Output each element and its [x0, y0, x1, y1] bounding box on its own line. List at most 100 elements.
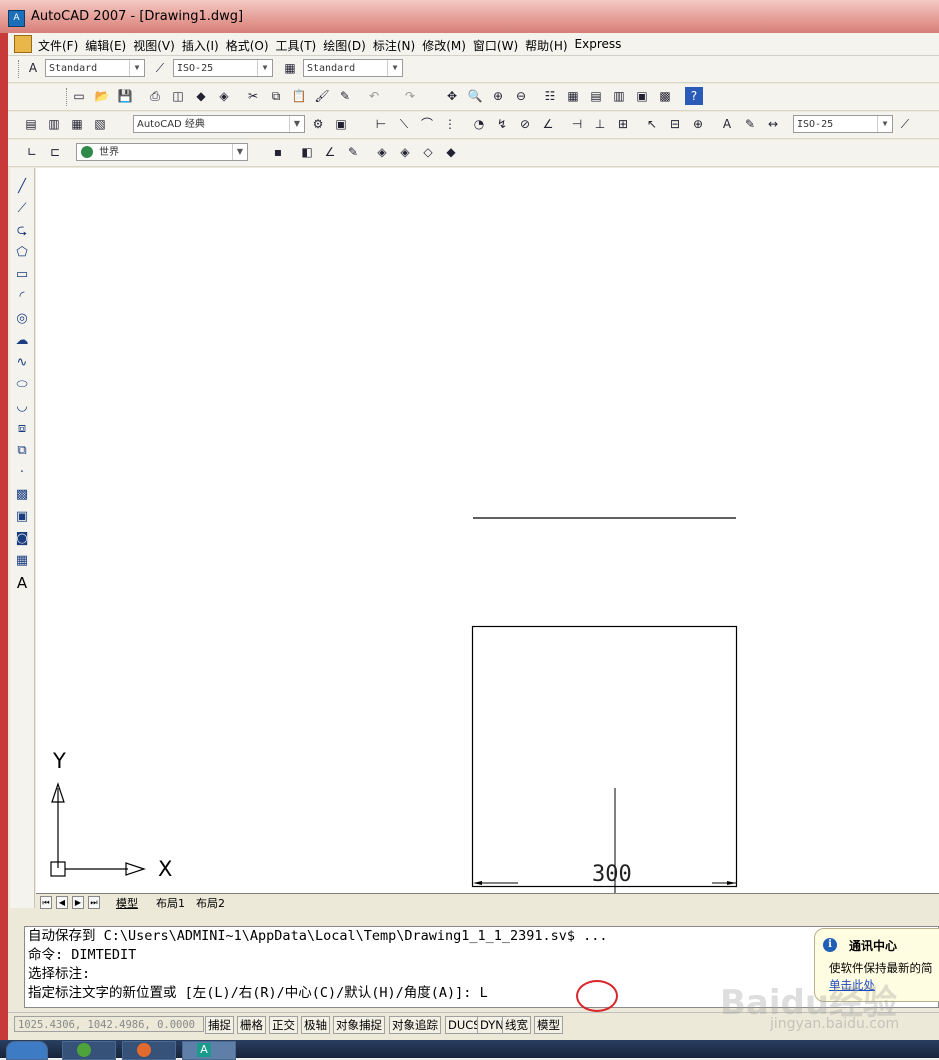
center-mark-icon[interactable]: ⊕: [689, 115, 707, 133]
layer-tool-icon[interactable]: ◆: [442, 143, 460, 161]
block-editor-icon[interactable]: ✎: [336, 87, 354, 105]
continue-icon[interactable]: ⊞: [614, 115, 632, 133]
angular-icon[interactable]: ∠: [539, 115, 557, 133]
calculator-icon[interactable]: ▩: [656, 87, 674, 105]
osnap-toggle[interactable]: 对象捕捉: [333, 1016, 385, 1034]
menu-file[interactable]: 文件(F): [38, 37, 85, 54]
paste-icon[interactable]: 📋: [290, 87, 308, 105]
model-toggle[interactable]: 模型: [534, 1016, 563, 1034]
plot-preview-icon[interactable]: ◫: [169, 87, 187, 105]
sheet-set-icon[interactable]: ▥: [610, 87, 628, 105]
text-style-icon[interactable]: A: [24, 59, 42, 77]
menu-format[interactable]: 格式(O): [226, 37, 276, 54]
chevron-down-icon[interactable]: ▼: [129, 60, 144, 76]
taskbar-app-office[interactable]: [122, 1041, 176, 1060]
radius-icon[interactable]: ◔: [470, 115, 488, 133]
document-icon[interactable]: [14, 35, 32, 53]
polyline-icon[interactable]: ⮎: [13, 222, 31, 240]
baseline-icon[interactable]: ⊥: [591, 115, 609, 133]
region-icon[interactable]: ◙: [13, 530, 31, 548]
make-block-icon[interactable]: ⧉: [13, 442, 31, 460]
help-icon[interactable]: ?: [685, 87, 703, 105]
new-file-icon[interactable]: ▭: [70, 87, 88, 105]
tab-layout1[interactable]: 布局1: [156, 895, 185, 911]
workspace-icon[interactable]: ▤: [22, 115, 40, 133]
next-tab-icon[interactable]: ▶: [72, 896, 84, 909]
design-center-icon[interactable]: ▦: [564, 87, 582, 105]
ucs-select[interactable]: 世界 ▼: [76, 143, 248, 161]
line-icon[interactable]: ╱: [13, 178, 31, 196]
prev-tab-icon[interactable]: ◀: [56, 896, 68, 909]
lineweight-toggle[interactable]: 线宽: [502, 1016, 531, 1034]
aligned-dimension-icon[interactable]: ⟍: [395, 115, 413, 133]
leader-icon[interactable]: ↖: [643, 115, 661, 133]
table-style-select[interactable]: Standard ▼: [303, 59, 403, 77]
tolerance-icon[interactable]: ⊟: [666, 115, 684, 133]
chevron-down-icon[interactable]: ▼: [232, 144, 247, 160]
gradient-icon[interactable]: ▣: [13, 508, 31, 526]
layer-icon[interactable]: ◧: [298, 143, 316, 161]
chevron-down-icon[interactable]: ▼: [257, 60, 272, 76]
menu-help[interactable]: 帮助(H): [525, 37, 574, 54]
quick-dimension-icon[interactable]: ⊣: [568, 115, 586, 133]
markup-icon[interactable]: ▣: [633, 87, 651, 105]
dim-style-icon[interactable]: ⟋: [151, 59, 169, 77]
layer-state-icon[interactable]: ∠: [321, 143, 339, 161]
workspace-icon[interactable]: ⚙: [309, 115, 327, 133]
arc-length-icon[interactable]: ⌒: [418, 115, 436, 133]
dimension-text-edit-icon[interactable]: ✎: [741, 115, 759, 133]
coordinates-readout[interactable]: 1025.4306, 1042.4986, 0.0000: [14, 1016, 204, 1032]
pan-icon[interactable]: ✥: [443, 87, 461, 105]
dimension-style-icon[interactable]: ⟋: [896, 115, 914, 133]
multiline-text-icon[interactable]: A: [13, 574, 31, 592]
menu-tools[interactable]: 工具(T): [276, 37, 324, 54]
match-properties-icon[interactable]: 🖌: [313, 87, 331, 105]
chevron-down-icon[interactable]: ▼: [877, 116, 892, 132]
insert-block-icon[interactable]: ⧈: [13, 420, 31, 438]
linear-dimension-icon[interactable]: ⊢: [372, 115, 390, 133]
cut-icon[interactable]: ✂: [244, 87, 262, 105]
open-file-icon[interactable]: 📂: [93, 87, 111, 105]
print-icon[interactable]: ⎙: [146, 87, 164, 105]
zoom-previous-icon[interactable]: ⊖: [512, 87, 530, 105]
ortho-toggle[interactable]: 正交: [269, 1016, 298, 1034]
dimension-update-icon[interactable]: ↔: [764, 115, 782, 133]
ellipse-icon[interactable]: ⬭: [13, 376, 31, 394]
circle-icon[interactable]: ◎: [13, 310, 31, 328]
hatch-icon[interactable]: ▩: [13, 486, 31, 504]
spline-icon[interactable]: ∿: [13, 354, 31, 372]
menu-window[interactable]: 窗口(W): [473, 37, 525, 54]
dim-style-select[interactable]: ISO-25 ▼: [173, 59, 273, 77]
workspace-select[interactable]: AutoCAD 经典 ▼: [133, 115, 305, 133]
zoom-realtime-icon[interactable]: 🔍: [466, 87, 484, 105]
dim-style-select-right[interactable]: ISO-25 ▼: [793, 115, 893, 133]
properties-icon[interactable]: ☷: [541, 87, 559, 105]
polygon-icon[interactable]: ⬠: [13, 244, 31, 262]
layer-tool-icon[interactable]: ◈: [373, 143, 391, 161]
3d-dwf-icon[interactable]: ◈: [215, 87, 233, 105]
construction-line-icon[interactable]: ⟋: [13, 200, 31, 218]
otrack-toggle[interactable]: 对象追踪: [389, 1016, 441, 1034]
start-button[interactable]: [6, 1041, 48, 1060]
publish-icon[interactable]: ◆: [192, 87, 210, 105]
redo-icon[interactable]: ↷: [401, 87, 419, 105]
zoom-window-icon[interactable]: ⊕: [489, 87, 507, 105]
menu-draw[interactable]: 绘图(D): [323, 37, 373, 54]
table-style-icon[interactable]: ▦: [281, 59, 299, 77]
autocad-app-icon[interactable]: A: [8, 10, 25, 27]
chevron-down-icon[interactable]: ▼: [387, 60, 402, 76]
workspace-custom-icon[interactable]: ▧: [91, 115, 109, 133]
snap-toggle[interactable]: 捕捉: [205, 1016, 234, 1034]
table-icon[interactable]: ▦: [13, 552, 31, 570]
tool-palettes-icon[interactable]: ▤: [587, 87, 605, 105]
menu-modify[interactable]: 修改(M): [422, 37, 473, 54]
undo-icon[interactable]: ↶: [365, 87, 383, 105]
arc-icon[interactable]: ◜: [13, 288, 31, 306]
polar-toggle[interactable]: 极轴: [301, 1016, 330, 1034]
ucs-icon[interactable]: ∟: [23, 143, 41, 161]
layer-tool-icon[interactable]: ◇: [419, 143, 437, 161]
workspace-save-icon[interactable]: ▥: [45, 115, 63, 133]
revision-cloud-icon[interactable]: ☁: [13, 332, 31, 350]
point-icon[interactable]: ·: [13, 464, 31, 482]
tab-model[interactable]: 模型: [116, 895, 138, 911]
